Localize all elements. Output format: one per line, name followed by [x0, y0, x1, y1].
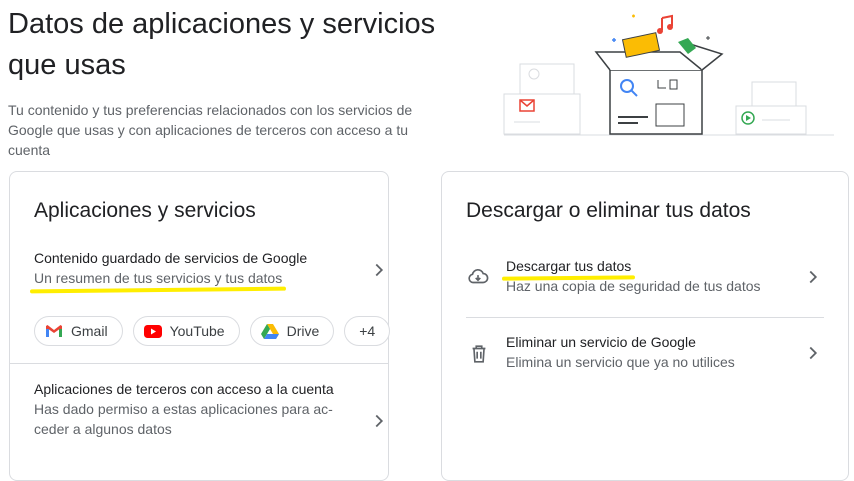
- card-divider: [10, 363, 388, 364]
- service-chips: Gmail YouTube Drive +4: [34, 316, 391, 346]
- delete-service-subtitle: Elimina un servicio que ya no utilices: [506, 354, 735, 370]
- chevron-right-icon[interactable]: [802, 266, 824, 288]
- saved-content-title: Contenido guardado de servicios de Googl…: [34, 250, 308, 266]
- chip-more-label: +4: [359, 323, 376, 339]
- youtube-icon: [143, 324, 162, 338]
- apps-card-title: Aplicaciones y servicios: [34, 199, 256, 222]
- data-box-illustration: [503, 14, 834, 136]
- download-data-title: Descargar tus datos: [506, 258, 632, 274]
- chevron-right-icon[interactable]: [368, 259, 390, 281]
- delete-service-row[interactable]: Eliminar un servicio de Google Elimina u…: [506, 332, 806, 376]
- saved-content-row[interactable]: Contenido guardado de servicios de Googl…: [34, 248, 374, 298]
- chevron-right-icon[interactable]: [368, 410, 390, 432]
- card-divider: [466, 317, 824, 318]
- page-title: Datos de aplicaciones y servicios que us…: [8, 8, 436, 81]
- gmail-icon: [46, 325, 62, 337]
- trash-icon: [472, 345, 486, 363]
- chip-more[interactable]: +4: [344, 316, 391, 346]
- third-party-title: Aplicaciones de terceros con acceso a la…: [34, 381, 334, 397]
- chevron-right-icon[interactable]: [802, 342, 824, 364]
- third-party-subtitle: Has dado permiso a estas aplicaciones pa…: [34, 401, 333, 437]
- download-delete-card: Descargar o eliminar tus datos Descargar…: [441, 171, 849, 481]
- chip-drive[interactable]: Drive: [249, 316, 335, 346]
- chip-gmail-label: Gmail: [71, 323, 108, 339]
- download-data-row[interactable]: Descargar tus datos Haz una copia de seg…: [506, 256, 806, 300]
- chip-youtube-label: YouTube: [169, 323, 225, 339]
- drive-icon: [260, 324, 279, 339]
- chip-youtube[interactable]: YouTube: [132, 316, 240, 346]
- apps-services-card: Aplicaciones y servicios Contenido guard…: [9, 171, 391, 481]
- delete-service-title: Eliminar un servicio de Google: [506, 334, 696, 350]
- chip-drive-label: Drive: [286, 323, 320, 339]
- page-header: Datos de aplicaciones y servicios que us…: [8, 0, 448, 160]
- saved-content-subtitle: Un resumen de tus servicios y tus datos: [34, 270, 283, 286]
- data-card-title: Descargar o eliminar tus datos: [466, 199, 751, 222]
- cloud-download-icon: [468, 268, 489, 284]
- page-subtitle: Tu contenido y tus preferencias relacion…: [8, 102, 413, 158]
- third-party-apps-row[interactable]: Aplicaciones de terceros con acceso a la…: [34, 379, 364, 463]
- chip-gmail[interactable]: Gmail: [34, 316, 123, 346]
